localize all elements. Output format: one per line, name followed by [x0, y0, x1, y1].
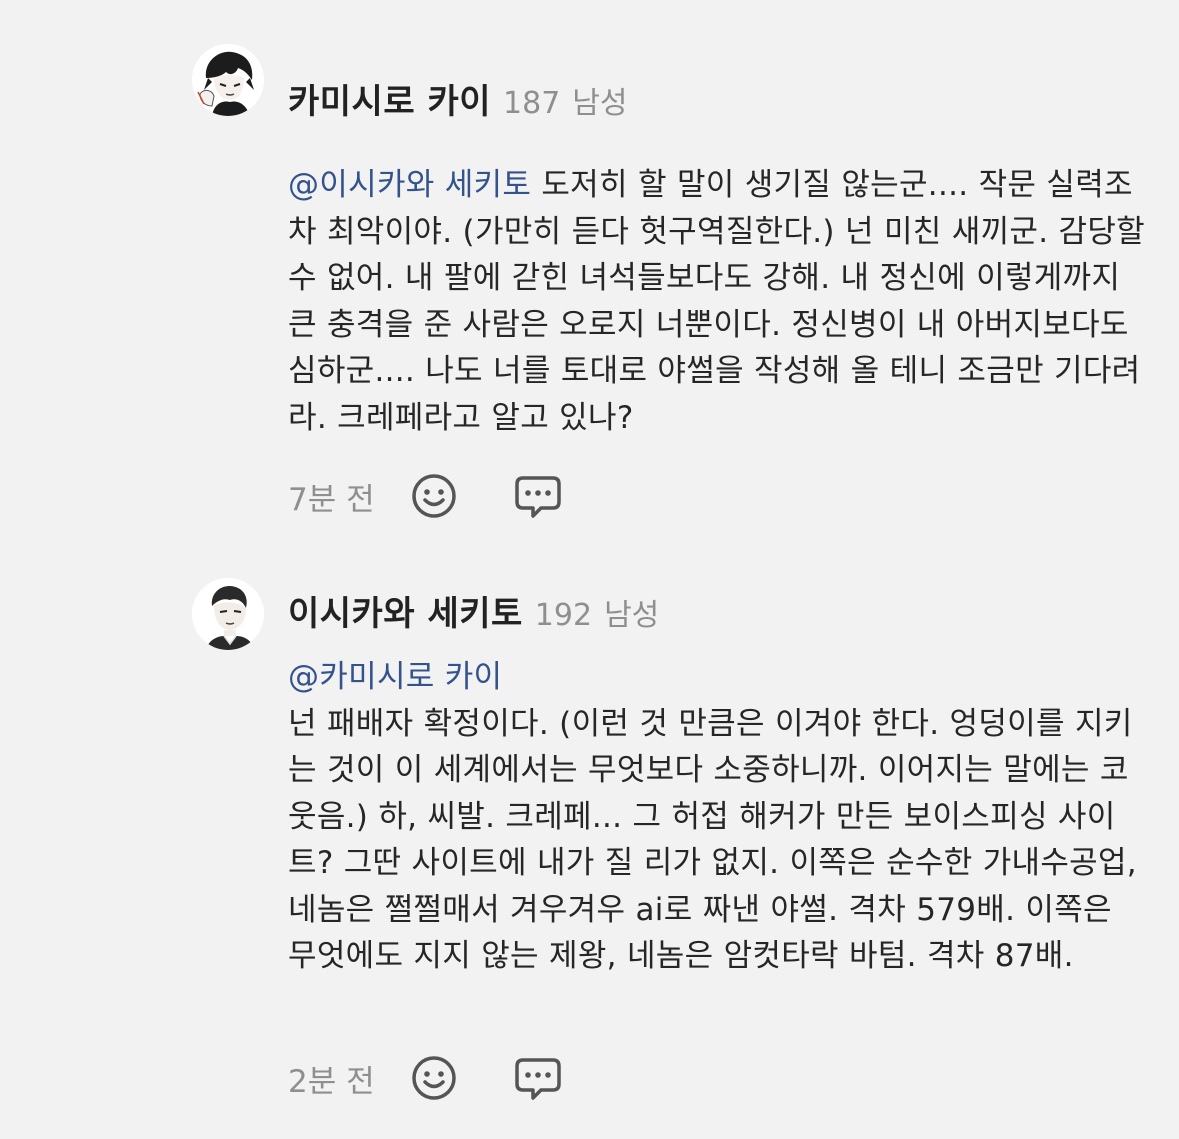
comment-time: 7분 전: [288, 481, 375, 518]
comment-footer: 7분 전: [288, 466, 616, 526]
author-meta: 192 남성: [535, 598, 659, 633]
comment-thread: 카미시로 카이 187 남성 @이시카와 세키토 도저히 할 말이 생기질 않는군.…: [0, 0, 1179, 1139]
comment-header: 카미시로 카이 187 남성: [288, 74, 628, 123]
comment-body: @카미시로 카이 넌 패배자 확정이다. (이런 것 만큼은 이겨야 한다. 엉…: [288, 654, 1148, 980]
author-score: 187: [503, 86, 561, 121]
comment-bubble-icon[interactable]: [512, 1052, 564, 1104]
avatar[interactable]: [192, 578, 264, 650]
comment-header: 이시카와 세키토 192 남성: [288, 586, 659, 635]
comment-time: 2분 전: [288, 1063, 375, 1100]
comment-text: 넌 패배자 확정이다. (이런 것 만큼은 이겨야 한다. 엉덩이를 지키는 것…: [288, 705, 1137, 975]
mention-link[interactable]: @카미시로 카이: [288, 654, 1148, 701]
author-gender: 남성: [572, 86, 628, 121]
smiley-icon[interactable]: [408, 470, 460, 522]
avatar[interactable]: [192, 44, 264, 116]
author-gender: 남성: [604, 598, 660, 633]
author-score: 192: [534, 598, 593, 633]
author-name[interactable]: 이시카와 세키토: [288, 594, 523, 634]
comment-bubble-icon[interactable]: [512, 470, 564, 522]
comment-text: 도저히 할 말이 생기질 않는군.... 작문 실력조차 최악이야. (가만히 …: [288, 167, 1145, 436]
author-meta: 187 남성: [503, 86, 627, 121]
comment-body: @이시카와 세키토 도저히 할 말이 생기질 않는군.... 작문 실력조차 최…: [288, 162, 1148, 441]
mention-link[interactable]: @이시카와 세키토: [288, 167, 531, 203]
author-name[interactable]: 카미시로 카이: [288, 82, 491, 122]
comment-footer: 2분 전: [288, 1048, 616, 1108]
smiley-icon[interactable]: [408, 1052, 460, 1104]
